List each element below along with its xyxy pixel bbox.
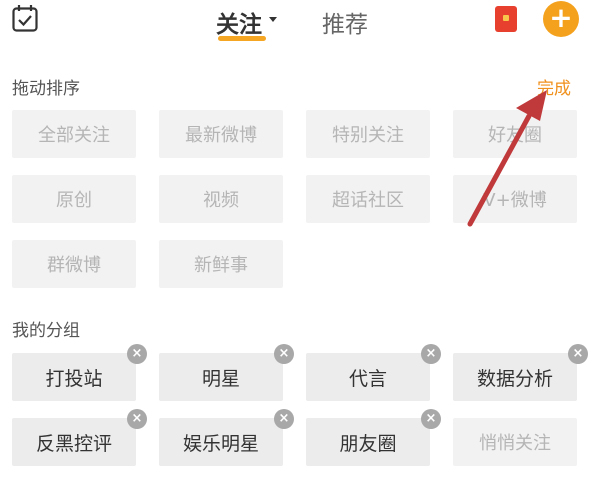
sort-item[interactable]: 原创: [12, 175, 136, 223]
group-item[interactable]: 朋友圈: [306, 418, 430, 466]
tab-recommend-label: 推荐: [322, 12, 368, 38]
tab-recommend[interactable]: 推荐: [322, 5, 368, 39]
drag-sort-label: 拖动排序: [12, 79, 80, 99]
top-bar: 关注 推荐 +: [0, 0, 600, 56]
chevron-down-icon[interactable]: [269, 17, 277, 22]
group-item[interactable]: 数据分析: [453, 353, 577, 401]
group-item[interactable]: 反黑控评: [12, 418, 136, 466]
remove-icon[interactable]: ×: [274, 344, 294, 364]
active-tab-indicator: [218, 36, 266, 41]
tab-follow[interactable]: 关注: [216, 5, 266, 41]
sort-item[interactable]: 最新微博: [159, 110, 283, 158]
sort-item[interactable]: 群微博: [12, 240, 136, 288]
remove-icon[interactable]: ×: [274, 409, 294, 429]
tab-follow-label: 关注: [216, 12, 262, 38]
group-item[interactable]: 明星: [159, 353, 283, 401]
group-item[interactable]: 娱乐明星: [159, 418, 283, 466]
group-item[interactable]: 打投站: [12, 353, 136, 401]
my-groups-label: 我的分组: [12, 321, 80, 341]
calendar-check-icon[interactable]: [12, 4, 38, 32]
add-icon[interactable]: +: [543, 1, 579, 37]
group-item-hidden-follow[interactable]: 悄悄关注: [453, 418, 577, 466]
done-button[interactable]: 完成: [537, 74, 571, 99]
remove-icon[interactable]: ×: [127, 344, 147, 364]
sort-item[interactable]: 视频: [159, 175, 283, 223]
sort-item[interactable]: 全部关注: [12, 110, 136, 158]
remove-icon[interactable]: ×: [127, 409, 147, 429]
red-packet-icon[interactable]: [495, 6, 517, 32]
remove-icon[interactable]: ×: [421, 409, 441, 429]
sort-item[interactable]: 特别关注: [306, 110, 430, 158]
remove-icon[interactable]: ×: [421, 344, 441, 364]
sort-item[interactable]: 超话社区: [306, 175, 430, 223]
remove-icon[interactable]: ×: [568, 344, 588, 364]
group-item[interactable]: 代言: [306, 353, 430, 401]
sort-item[interactable]: 新鲜事: [159, 240, 283, 288]
sort-item[interactable]: V+微博: [453, 175, 577, 223]
sort-item[interactable]: 好友圈: [453, 110, 577, 158]
